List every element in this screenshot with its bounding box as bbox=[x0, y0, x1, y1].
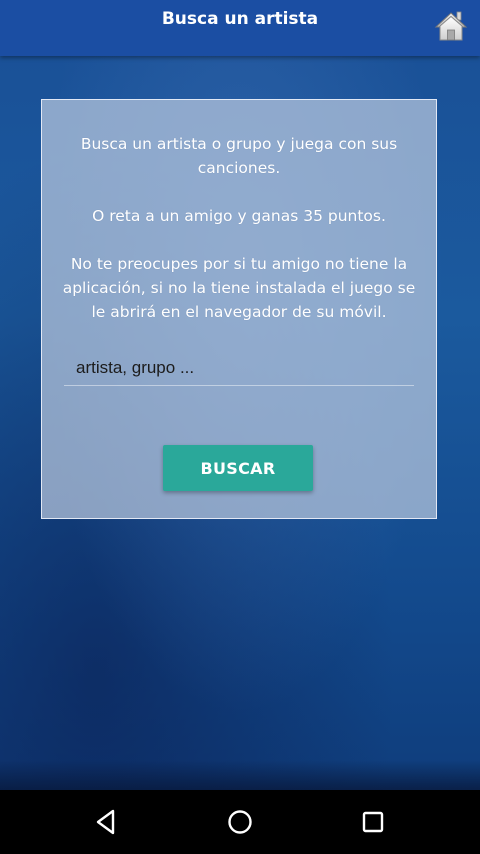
instructions-text: Busca un artista o grupo y juega con sus… bbox=[80, 135, 398, 177]
browser-note-text: No te preocupes por si tu amigo no tiene… bbox=[62, 255, 416, 321]
home-icon bbox=[434, 11, 468, 41]
page-title: Busca un artista bbox=[161, 9, 319, 29]
home-button[interactable] bbox=[432, 8, 470, 44]
system-nav-bar bbox=[0, 790, 480, 854]
artist-search-input[interactable] bbox=[64, 350, 414, 386]
nav-recents-button[interactable] bbox=[357, 806, 389, 838]
search-button[interactable]: BUSCAR bbox=[163, 445, 313, 491]
app-bar: Busca un artista bbox=[0, 0, 480, 56]
app-screen: Busca un artista Busca un artista o grup… bbox=[0, 0, 480, 790]
home-circle-icon bbox=[228, 810, 252, 834]
back-triangle-icon bbox=[96, 809, 115, 835]
recents-square-icon bbox=[362, 811, 384, 833]
challenge-text: O reta a un amigo y ganas 35 puntos. bbox=[92, 207, 386, 225]
nav-home-button[interactable] bbox=[224, 806, 256, 838]
search-card: Busca un artista o grupo y juega con sus… bbox=[41, 99, 437, 519]
nav-back-button[interactable] bbox=[91, 806, 123, 838]
